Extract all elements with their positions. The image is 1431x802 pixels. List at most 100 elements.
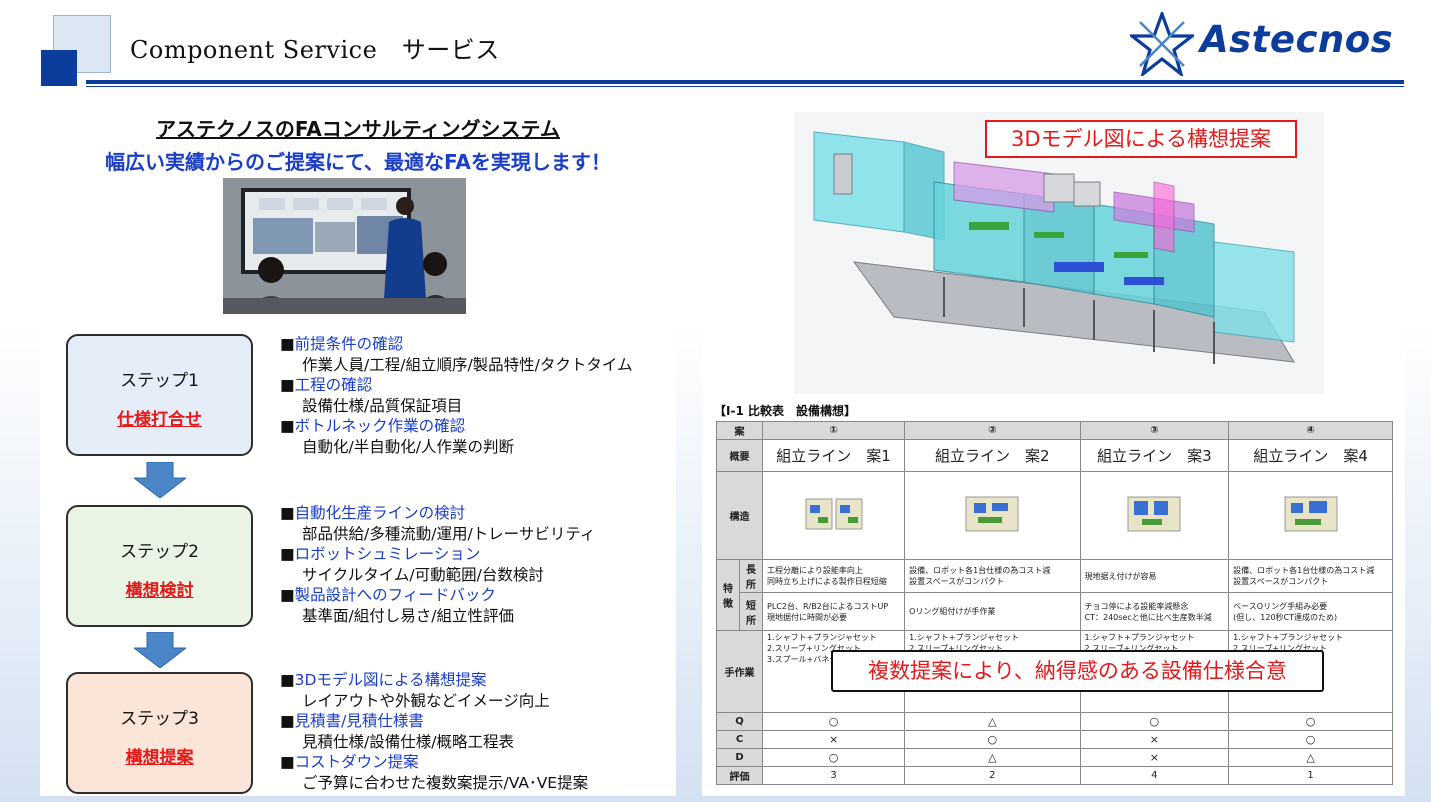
rating-cell: ○ (1228, 730, 1393, 749)
overview-cell: 組立ライン 案4 (1228, 439, 1393, 472)
star-logo-icon (1130, 12, 1194, 76)
table-row-eval: 評価 3 2 4 1 (716, 766, 1393, 785)
step-2-box: ステップ2 構想検討 (66, 505, 253, 627)
step-1-item-1-head: ■前提条件の確認 (280, 335, 404, 353)
row-label-demerit: 短所 (739, 592, 763, 631)
3d-model-label: 3Dモデル図による構想提案 (985, 120, 1297, 158)
structure-layout-cell (1079, 471, 1230, 560)
row-label-merit: 長所 (739, 559, 763, 593)
step-2-item-3-detail: 基準面/組付し易さ/組立性評価 (302, 606, 514, 625)
row-label-c: C (716, 730, 763, 749)
rating-cell: ○ (761, 748, 906, 767)
demerit-cell: Oリング組付けが手作業 (904, 592, 1081, 631)
table-row-d: D ○ △ × △ (716, 748, 1393, 767)
arrow-down-icon (134, 462, 186, 498)
step-3-label: ステップ3 (120, 709, 199, 729)
structure-layout-cell (904, 471, 1081, 560)
rating-cell: × (1079, 748, 1230, 767)
step-2-label: ステップ2 (120, 542, 199, 562)
step-2-name: 構想検討 (125, 581, 194, 601)
table-header-col-1: ① (761, 421, 906, 440)
step-1-list: ■前提条件の確認 作業人員/工程/組立順序/製品特性/タクトタイム ■工程の確認… (280, 334, 633, 457)
rating-cell: × (1079, 730, 1230, 749)
rating-cell: ○ (904, 730, 1081, 749)
row-label-eval: 評価 (716, 766, 763, 785)
step-3-box: ステップ3 構想提案 (66, 672, 253, 794)
table-header-plan: 案 (716, 421, 763, 440)
overview-cell: 組立ライン 案3 (1079, 439, 1230, 472)
rating-cell: ○ (1079, 712, 1230, 731)
table-header-col-3: ③ (1079, 421, 1230, 440)
header-rule-thin (86, 86, 1404, 87)
rating-cell: ○ (761, 712, 906, 731)
page-title: Component Service サービス (130, 36, 500, 64)
row-label-manual: 手作業 (716, 630, 763, 713)
row-label-d: D (716, 748, 763, 767)
merit-cell: 設備、ロボット各1台仕様の為コスト減 設置スペースがコンパクト (904, 559, 1081, 593)
step-1-item-3-head: ■ボトルネック作業の確認 (280, 417, 466, 435)
overview-cell: 組立ライン 案1 (761, 439, 906, 472)
merit-cell: 設備、ロボット各1台仕様の為コスト減 設置スペースがコンパクト (1228, 559, 1393, 593)
left-title-text: アステクノスのFAコンサルティングシステム (156, 117, 560, 141)
merit-cell: 現地据え付けが容易 (1079, 559, 1230, 593)
step-3-list: ■3Dモデル図による構想提案 レイアウトや外観などイメージ向上 ■見積書/見積仕… (280, 670, 588, 793)
overview-cell: 組立ライン 案2 (904, 439, 1081, 472)
consulting-photo (223, 178, 466, 314)
table-header-col-4: ④ (1228, 421, 1393, 440)
step-1-item-2-head: ■工程の確認 (280, 376, 373, 394)
step-1-name: 仕様打合せ (117, 410, 202, 430)
demerit-cell: チョコ停による設能率減懸念 CT：240secと他に比べ生産数半減 (1079, 592, 1230, 631)
step-2-item-3-head: ■製品設計へのフィードバック (280, 586, 496, 604)
table-row-q: Q ○ △ ○ ○ (716, 712, 1393, 731)
rating-cell: △ (1228, 748, 1393, 767)
step-2-item-1-detail: 部品供給/多種流動/運用/トレーサビリティ (302, 524, 596, 543)
table-row-structure: 構造 (716, 471, 1393, 560)
row-label-structure: 構造 (716, 471, 763, 560)
logo-wordmark: Astecnos (1200, 18, 1394, 61)
layout-diagram-icon (1284, 496, 1338, 531)
header-deco-square-dark (41, 50, 77, 86)
table-header-col-2: ② (904, 421, 1081, 440)
rating-cell: △ (904, 748, 1081, 767)
table-row-overview: 概要 組立ライン 案1 組立ライン 案2 組立ライン 案3 組立ライン 案4 (716, 439, 1393, 472)
step-1-item-1-detail: 作業人員/工程/組立順序/製品特性/タクトタイム (302, 355, 633, 374)
row-label-feature: 特徴 (716, 559, 740, 631)
header-rule-thick (86, 80, 1404, 84)
layout-diagram-icon (965, 496, 1019, 531)
step-2-item-2-detail: サイクルタイム/可動範囲/台数検討 (302, 565, 544, 584)
eval-cell: 2 (904, 766, 1081, 785)
layout-diagram-icon (805, 498, 863, 529)
step-3-item-3-detail: ご予算に合わせた複数案提示/VA･VE提案 (302, 773, 589, 792)
comparison-table-title: 【Ⅰ-1 比較表 設備構想】 (714, 404, 856, 418)
step-3-item-3-head: ■コストダウン提案 (280, 753, 419, 771)
table-row-c: C × ○ × ○ (716, 730, 1393, 749)
consensus-callout: 複数提案により、納得感のある設備仕様合意 (831, 650, 1324, 692)
eval-cell: 4 (1079, 766, 1230, 785)
step-2-item-2-head: ■ロボットシュミレーション (280, 545, 481, 563)
step-3-item-1-detail: レイアウトや外観などイメージ向上 (302, 691, 550, 710)
step-2-item-1-head: ■自動化生産ラインの検討 (280, 504, 466, 522)
step-1-item-2-detail: 設備仕様/品質保証項目 (302, 396, 463, 415)
step-3-item-2-head: ■見積書/見積仕様書 (280, 712, 424, 730)
row-label-overview: 概要 (716, 439, 763, 472)
step-1-item-3-detail: 自動化/半自動化/人作業の判断 (302, 437, 514, 456)
table-header-row: 案 ① ② ③ ④ (716, 421, 1393, 440)
step-1-label: ステップ1 (120, 371, 199, 391)
eval-cell: 1 (1228, 766, 1393, 785)
table-row-merit: 特徴 長所 工程分離により設能率向上 同時立ち上げによる製作日程短縮 設備、ロボ… (716, 559, 1393, 631)
left-subtitle: 幅広い実績からのご提案にて、最適なFAを実現します！ (105, 150, 611, 174)
row-label-q: Q (716, 712, 763, 731)
demerit-cell: PLC2台、R/B2台によるコストUP 現地据付に時間が必要 (761, 592, 906, 631)
rating-cell: △ (904, 712, 1081, 731)
step-3-name: 構想提案 (125, 748, 194, 768)
consulting-photo-illustration (223, 178, 466, 314)
left-title: アステクノスのFAコンサルティングシステム (40, 113, 676, 142)
step-1-box: ステップ1 仕様打合せ (66, 334, 253, 456)
rating-cell: × (761, 730, 906, 749)
structure-layout-cell (1228, 471, 1393, 560)
demerit-cell: ベースOリング手組み必要 (但し、120秒CT達成のため) (1228, 592, 1393, 631)
layout-diagram-icon (1127, 496, 1181, 531)
arrow-down-icon (134, 632, 186, 668)
structure-layout-cell (761, 471, 906, 560)
eval-cell: 3 (761, 766, 906, 785)
